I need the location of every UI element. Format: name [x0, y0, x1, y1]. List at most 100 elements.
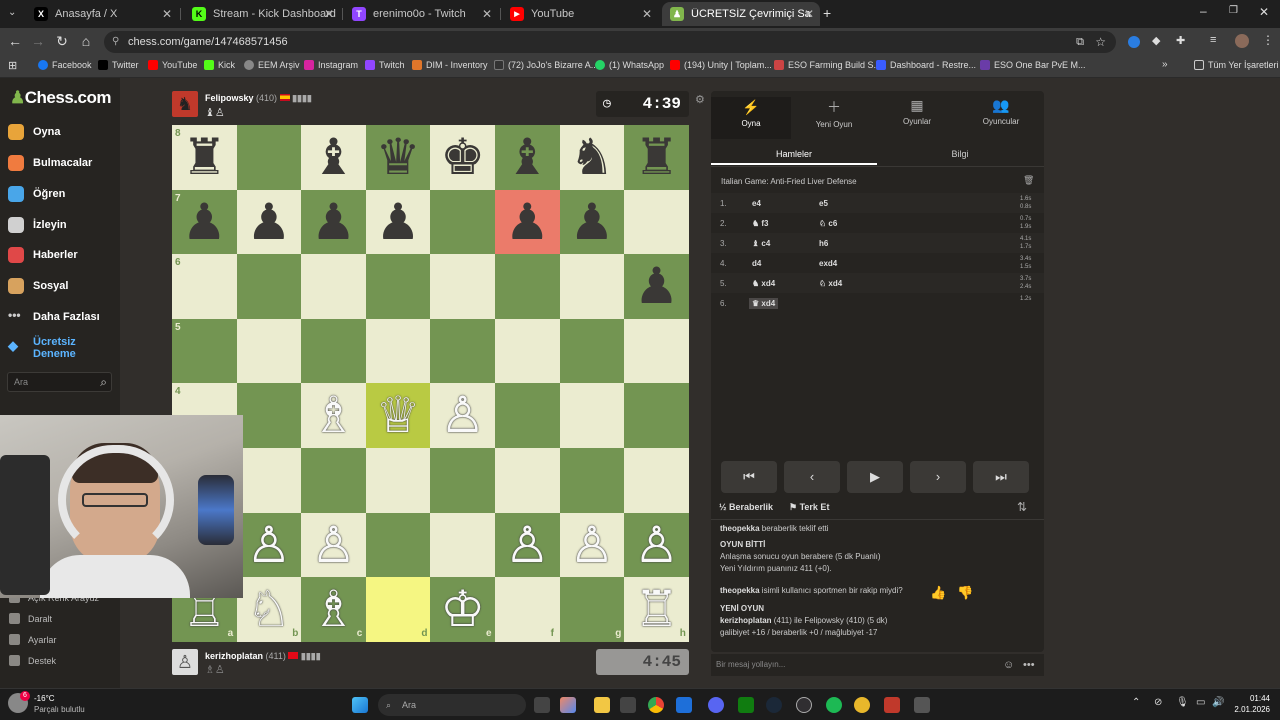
taskbar-search[interactable]: ⌕ Ara	[378, 694, 526, 716]
black-move[interactable]: ♘ c6	[819, 219, 837, 228]
square-a6[interactable]	[172, 254, 237, 319]
obs-icon[interactable]	[796, 697, 812, 713]
mail-icon[interactable]	[676, 697, 692, 713]
square-c6[interactable]	[301, 254, 366, 319]
copilot-icon[interactable]	[560, 697, 576, 713]
tab-info[interactable]: Bilgi	[877, 143, 1043, 165]
microphone-icon[interactable]: 🎙	[1176, 697, 1189, 708]
square-c3[interactable]	[301, 448, 366, 513]
square-f3[interactable]	[495, 448, 560, 513]
trash-icon[interactable]: 🗑	[1023, 175, 1034, 186]
piece-f8[interactable]: ♝	[495, 125, 560, 190]
sidebar-item-watch[interactable]: İzleyin	[8, 217, 67, 233]
bookmark-eem[interactable]: EEM Arşiv	[244, 60, 300, 70]
chrome-icon[interactable]	[648, 697, 664, 713]
browser-tab-youtube[interactable]: ▶ YouTube ✕	[502, 2, 658, 26]
tray-icon[interactable]: ⊘	[1154, 697, 1162, 708]
bookmark-star-icon[interactable]: ☆	[1095, 31, 1106, 53]
play-button[interactable]: ▶	[847, 461, 903, 493]
square-e5[interactable]	[430, 318, 495, 384]
black-move[interactable]: e5	[819, 199, 828, 208]
extension-icon[interactable]: ◆	[1152, 34, 1160, 47]
clock-time[interactable]: 01:44	[1230, 694, 1270, 703]
sidebar-item-collapse[interactable]: Daralt	[9, 613, 52, 624]
browser-tab-kick[interactable]: K Stream - Kick Dashboard ✕	[184, 2, 340, 26]
apps-icon[interactable]: ⊞	[8, 59, 17, 72]
site-info-icon[interactable]: ⚲	[112, 31, 119, 53]
store-icon[interactable]	[620, 697, 636, 713]
address-bar[interactable]: ⚲ chess.com/game/147468571456 ☆ ⧉	[104, 31, 1116, 53]
menu-icon[interactable]: ⋮	[1262, 33, 1274, 47]
square-a5[interactable]	[172, 318, 237, 384]
piece-a7[interactable]: ♟	[172, 190, 237, 255]
bookmark-instagram[interactable]: Instagram	[304, 60, 358, 70]
piece-e4[interactable]: ♙	[430, 383, 495, 448]
all-bookmarks[interactable]: Tüm Yer İşaretleri	[1194, 60, 1279, 70]
bookmark-jojo[interactable]: (72) JoJo's Bizarre A...	[494, 60, 598, 70]
square-h4[interactable]	[624, 383, 689, 448]
piece-e1[interactable]: ♔	[430, 577, 495, 642]
piece-d8[interactable]: ♛	[366, 125, 431, 190]
square-g3[interactable]	[559, 448, 625, 513]
piece-d4[interactable]: ♕	[366, 383, 431, 448]
square-b5[interactable]	[236, 318, 302, 384]
xbox-icon[interactable]	[738, 697, 754, 713]
square-g6[interactable]	[559, 254, 625, 319]
bookmark-dim[interactable]: DIM - Inventory	[412, 60, 488, 70]
thumbs-up-icon[interactable]: 👍	[930, 585, 946, 601]
discord-icon[interactable]	[708, 697, 724, 713]
browser-tab-twitch[interactable]: T erenimo0o - Twitch ✕	[344, 2, 498, 26]
thumbs-down-icon[interactable]: 👎	[957, 585, 973, 601]
tab-play[interactable]: ⚡ Oyna	[711, 97, 791, 139]
piece-c2[interactable]: ♙	[301, 513, 366, 578]
tray-chevron-icon[interactable]: ⌃	[1132, 697, 1140, 708]
extension-icon[interactable]	[1128, 36, 1140, 48]
piece-g2[interactable]: ♙	[560, 513, 625, 578]
steam-icon[interactable]	[766, 697, 782, 713]
reload-icon[interactable]: ↻	[53, 33, 71, 50]
draw-button[interactable]: ½ Beraberlik	[719, 502, 773, 512]
extensions-puzzle-icon[interactable]: ✚	[1176, 34, 1185, 47]
piece-c1[interactable]: ♗	[301, 577, 366, 642]
piece-h1[interactable]: ♖	[624, 577, 689, 642]
square-f5[interactable]	[495, 318, 560, 384]
piece-c8[interactable]: ♝	[301, 125, 366, 190]
bookmark-restream[interactable]: Dashboard - Restre...	[876, 60, 976, 70]
chat-message-input[interactable]: Bir mesaj yollayın... ☺ •••	[711, 654, 1044, 676]
bookmark-twitch[interactable]: Twitch	[365, 60, 405, 70]
sidebar-item-settings[interactable]: Ayarlar	[9, 634, 56, 645]
square-e6[interactable]	[430, 254, 495, 319]
bottom-player-avatar[interactable]: ♙	[172, 649, 198, 675]
bookmark-eso[interactable]: ESO Farming Build S...	[774, 60, 881, 70]
bookmark-twitter[interactable]: Twitter	[98, 60, 139, 70]
file-explorer-icon[interactable]	[594, 697, 610, 713]
white-move[interactable]: ♞ xd4	[752, 279, 775, 288]
chess-logo[interactable]: ♟Chess.com	[10, 88, 111, 108]
white-move[interactable]: ♞ f3	[752, 219, 769, 228]
piece-g7[interactable]: ♟	[560, 190, 625, 255]
piece-b2[interactable]: ♙	[237, 513, 302, 578]
profile-avatar[interactable]	[1235, 34, 1249, 48]
square-g4[interactable]	[559, 383, 625, 448]
piece-h2[interactable]: ♙	[624, 513, 689, 578]
piece-e8[interactable]: ♚	[430, 125, 495, 190]
install-icon[interactable]: ⧉	[1076, 31, 1084, 53]
close-tab-icon[interactable]: ✕	[804, 7, 814, 21]
bottom-player-name[interactable]: kerizhoplatan (411) ▮▮▮▮	[205, 651, 321, 662]
square-d6[interactable]	[365, 254, 431, 319]
square-d2[interactable]	[365, 512, 431, 578]
close-window-icon[interactable]: ✕	[1259, 5, 1269, 19]
next-move-button[interactable]: ›	[910, 461, 966, 493]
piece-a8[interactable]: ♜	[172, 125, 237, 190]
top-player-name[interactable]: Felipowsky (410) ▮▮▮▮	[205, 93, 312, 104]
back-icon[interactable]: ←	[6, 33, 24, 49]
close-tab-icon[interactable]: ✕	[324, 7, 334, 21]
free-trial-link[interactable]: ◆ Ücretsiz Deneme	[8, 336, 76, 360]
first-move-button[interactable]: ⏮	[721, 461, 777, 493]
close-tab-icon[interactable]: ✕	[162, 7, 172, 21]
bookmark-youtube[interactable]: YouTube	[148, 60, 197, 70]
chess-board[interactable]: 8 7 6 5 4 a b c d e f g h ♜ ♝ ♛ ♚ ♝ ♞ ♜ ♟ ♟ ♟ ♟ ♟ ♟ ♟ ♗ ♕ ♙ ♙ ♙ ♙ ♙ ♙ ♖ ♘ ♗ ♔ ♖	[172, 125, 689, 642]
square-h7[interactable]	[624, 189, 689, 255]
top-player-avatar[interactable]: ♞	[172, 91, 198, 117]
piece-c4[interactable]: ♗	[301, 383, 366, 448]
